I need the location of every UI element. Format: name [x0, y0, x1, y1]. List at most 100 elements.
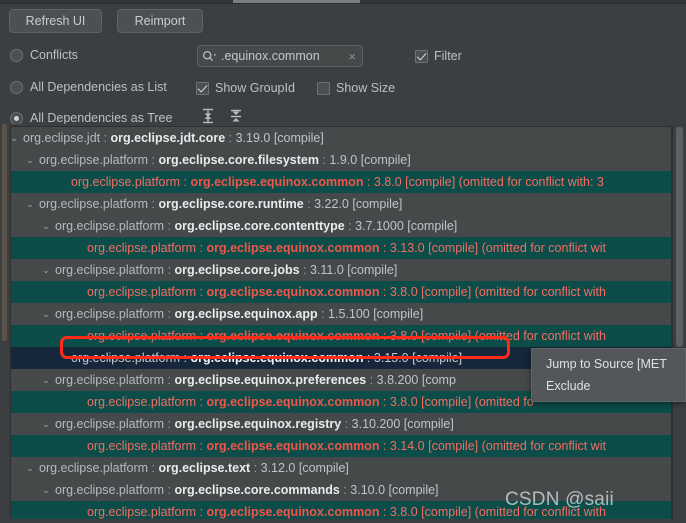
context-menu-item[interactable]: Exclude — [532, 375, 685, 397]
text-separator: : — [379, 285, 390, 299]
dependency-conflict-note: (omitted for conflict with — [471, 505, 606, 519]
dependency-conflict-note: (omitted for conflict with — [471, 329, 606, 343]
dependency-version: 3.7.1000 — [355, 219, 404, 233]
tree-row-label: org.eclipse.platform : org.eclipse.equin… — [11, 281, 671, 303]
dependency-group-id: org.eclipse.platform — [39, 197, 149, 211]
window-bottom-edge — [0, 519, 686, 523]
tree-row[interactable]: ⌄ org.eclipse.platform : org.eclipse.core… — [11, 149, 671, 171]
dependency-version: 3.19.0 — [235, 131, 271, 145]
text-separator: : — [164, 373, 175, 387]
dependency-version: 1.5.100 — [328, 307, 370, 321]
search-input-value[interactable]: .equinox.common — [220, 49, 346, 63]
text-separator: : — [164, 263, 175, 277]
tree-row[interactable]: org.eclipse.platform : org.eclipse.equin… — [11, 501, 671, 520]
text-separator: : — [148, 153, 159, 167]
text-separator: : — [148, 197, 159, 211]
chevron-down-icon[interactable]: ⌄ — [39, 479, 53, 501]
search-input[interactable]: .equinox.common × — [197, 45, 363, 67]
chevron-down-icon[interactable]: ⌄ — [11, 127, 21, 149]
text-separator: : — [299, 263, 310, 277]
tree-row[interactable]: org.eclipse.platform : org.eclipse.equin… — [11, 435, 671, 457]
text-separator: : — [317, 307, 329, 321]
chevron-down-icon[interactable]: ⌄ — [23, 193, 37, 215]
text-separator: : — [303, 197, 315, 211]
tree-row-label: org.eclipse.platform : org.eclipse.equin… — [11, 413, 671, 435]
chevron-down-icon[interactable]: ⌄ — [23, 457, 37, 479]
dependency-tree[interactable]: ⌄ org.eclipse.jdt : org.eclipse.jdt.core … — [11, 127, 671, 520]
radio-all-dependencies-as-tree[interactable]: All Dependencies as Tree — [10, 111, 172, 125]
dependency-group-id: org.eclipse.jdt — [23, 131, 101, 145]
close-icon[interactable]: × — [346, 50, 358, 63]
tree-row[interactable]: ⌄ org.eclipse.jdt : org.eclipse.jdt.core … — [11, 127, 671, 149]
text-separator: : — [196, 505, 207, 519]
reimport-button[interactable]: Reimport — [117, 9, 203, 33]
checkbox-show-groupid[interactable]: Show GroupId — [196, 81, 295, 95]
radio-all-dependencies-as-list[interactable]: All Dependencies as List — [10, 80, 167, 94]
tree-row[interactable]: org.eclipse.platform : org.eclipse.equin… — [11, 325, 671, 347]
checkbox-show-groupid-label: Show GroupId — [215, 81, 295, 95]
dependency-artifact-id: org.eclipse.core.contenttype — [174, 219, 345, 233]
tree-row[interactable]: ⌄ org.eclipse.platform : org.eclipse.equi… — [11, 303, 671, 325]
dependency-toolbar: Refresh UI Reimport Conflicts All Depend… — [0, 4, 686, 125]
dependency-group-id: org.eclipse.platform — [55, 373, 165, 387]
tree-row[interactable]: org.eclipse.platform : org.eclipse.equin… — [11, 281, 671, 303]
dependency-version: 3.13.0 — [389, 241, 425, 255]
dependency-group-id: org.eclipse.platform — [55, 263, 165, 277]
tree-row-label: org.eclipse.platform : org.eclipse.text … — [11, 457, 671, 479]
tree-vertical-scrollbar-thumb[interactable] — [676, 127, 683, 347]
dependency-group-id: org.eclipse.platform — [71, 351, 181, 365]
dependency-version: 3.22.0 — [314, 197, 349, 211]
chevron-down-icon[interactable]: ⌄ — [39, 303, 53, 325]
dependency-scope: [compile] — [424, 241, 479, 255]
chevron-down-icon[interactable]: ⌄ — [39, 215, 53, 237]
tree-row[interactable]: ⌄ org.eclipse.platform : org.eclipse.core… — [11, 215, 671, 237]
dependency-group-id: org.eclipse.platform — [87, 439, 197, 453]
dependency-version: 3.8.0 — [389, 285, 418, 299]
context-menu[interactable]: Jump to Source [MET Exclude — [531, 348, 686, 402]
tree-row[interactable]: ⌄ org.eclipse.platform : org.eclipse.equi… — [11, 413, 671, 435]
dependency-version: 3.8.0 — [373, 175, 402, 189]
search-icon — [202, 50, 217, 63]
dependency-group-id: org.eclipse.platform — [87, 241, 197, 255]
tree-row[interactable]: ⌄ org.eclipse.platform : org.eclipse.core… — [11, 259, 671, 281]
text-separator: : — [379, 241, 390, 255]
dependency-group-id: org.eclipse.platform — [55, 307, 165, 321]
text-separator: : — [341, 417, 352, 431]
tree-row[interactable]: org.eclipse.platform : org.eclipse.equin… — [11, 171, 671, 193]
dependency-artifact-id: org.eclipse.equinox.preferences — [174, 373, 367, 387]
text-separator: : — [339, 483, 351, 497]
dependency-scope: [comp — [418, 373, 456, 387]
text-separator: : — [225, 131, 236, 145]
tree-row[interactable]: ⌄ org.eclipse.platform : org.eclipse.core… — [11, 479, 671, 501]
chevron-down-icon[interactable]: ⌄ — [39, 413, 53, 435]
text-separator: : — [196, 285, 207, 299]
radio-all-dependencies-as-list-indicator — [10, 80, 23, 94]
dependency-artifact-id: org.eclipse.equinox.registry — [174, 417, 342, 431]
refresh-ui-button[interactable]: Refresh UI — [9, 9, 102, 33]
checkbox-show-size[interactable]: Show Size — [317, 81, 395, 95]
chevron-down-icon[interactable]: ⌄ — [23, 149, 37, 171]
chevron-down-icon[interactable]: ⌄ — [39, 369, 53, 391]
tree-row[interactable]: ⌄ org.eclipse.platform : org.eclipse.core… — [11, 193, 671, 215]
expand-all-icon[interactable] — [198, 106, 218, 126]
checkbox-filter[interactable]: Filter — [415, 49, 462, 63]
context-menu-item[interactable]: Jump to Source [MET — [532, 353, 685, 375]
tree-row-label: org.eclipse.platform : org.eclipse.equin… — [11, 501, 671, 520]
gutter-scroll-thumb[interactable] — [2, 124, 7, 341]
tree-row[interactable]: org.eclipse.platform : org.eclipse.equin… — [11, 237, 671, 259]
dependency-conflict-note: (omitted for conflict with — [471, 285, 606, 299]
tree-row[interactable]: ⌄ org.eclipse.platform : org.eclipse.text… — [11, 457, 671, 479]
text-separator: : — [379, 505, 390, 519]
dependency-group-id: org.eclipse.platform — [55, 417, 165, 431]
chevron-down-icon[interactable]: ⌄ — [39, 259, 53, 281]
dependency-group-id: org.eclipse.platform — [87, 285, 197, 299]
checkbox-filter-indicator — [415, 49, 428, 63]
dependency-conflict-note: (omitted fo — [471, 395, 534, 409]
tree-vertical-scrollbar[interactable] — [672, 126, 685, 521]
radio-conflicts[interactable]: Conflicts — [10, 48, 78, 62]
dependency-version: 3.10.200 — [351, 417, 401, 431]
dependency-scope: [compile] — [348, 197, 403, 211]
dependency-artifact-id: org.eclipse.equinox.common — [206, 439, 380, 453]
collapse-all-icon[interactable] — [226, 106, 246, 126]
dependency-scope: [compile] — [385, 483, 439, 497]
